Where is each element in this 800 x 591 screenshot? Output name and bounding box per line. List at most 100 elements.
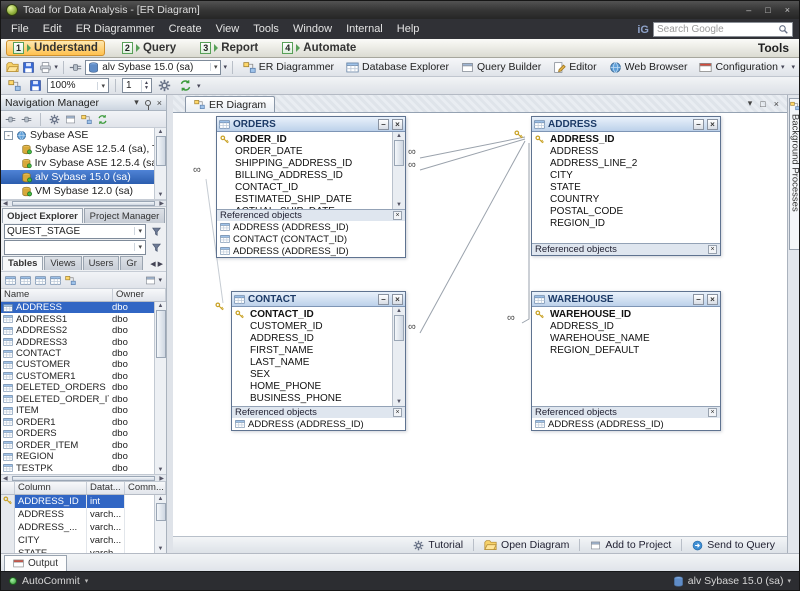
workflow-tab[interactable]: 2 Query: [115, 40, 183, 56]
referenced-object-row[interactable]: ADDRESS (ADDRESS_ID): [232, 418, 405, 430]
tables-vertical-scrollbar[interactable]: ▲▼: [154, 302, 166, 474]
column-row[interactable]: ADDRESS_... varch...: [1, 521, 154, 534]
tree-item[interactable]: Irv Sybase ASE 12.5.4 (sa...: [1, 156, 166, 170]
tree-item[interactable]: VM Sybase 12.0 (sa): [1, 184, 166, 198]
table-row[interactable]: ORDER1 dbo: [1, 417, 154, 428]
entity-warehouse[interactable]: WAREHOUSE – × WAREHOUSE_ID: [531, 291, 721, 431]
background-processes-tab[interactable]: Background Processes: [789, 98, 800, 250]
object-type-tab[interactable]: Gr: [120, 256, 143, 270]
page-spinner[interactable]: 1 ▲▼: [122, 78, 152, 93]
connection-dropdown[interactable]: alv Sybase 15.0 (sa) ▾: [85, 60, 221, 75]
entity-title-bar[interactable]: ADDRESS – ×: [532, 117, 720, 132]
entity-field-row[interactable]: ADDRESS_ID: [532, 134, 720, 146]
entity-field-row[interactable]: ESTIMATED_SHIP_DATE: [217, 194, 405, 206]
collapse-refs-button[interactable]: ×: [393, 211, 402, 220]
describe-button[interactable]: [65, 274, 76, 286]
menu-item[interactable]: Help: [390, 19, 427, 39]
entity-field-row[interactable]: FIRST_NAME: [232, 345, 405, 357]
table-row[interactable]: CUSTOMER dbo: [1, 359, 154, 370]
entity-address[interactable]: ADDRESS – × ADDRESS_ID: [531, 116, 721, 256]
entity-title-bar[interactable]: ORDERS – ×: [217, 117, 405, 132]
workflow-tab[interactable]: 3 Report: [193, 40, 265, 56]
entity-field-row[interactable]: ADDRESS_ID: [232, 333, 405, 345]
open-diagram-button[interactable]: Open Diagram: [480, 539, 573, 552]
columns-vertical-scrollbar[interactable]: ▲▼: [154, 495, 166, 553]
tree-root[interactable]: - Sybase ASE: [1, 128, 166, 142]
chevron-down-icon[interactable]: ▾: [210, 63, 219, 71]
object-type-tab[interactable]: Views: [44, 256, 81, 270]
entity-close-button[interactable]: ×: [392, 119, 403, 130]
entity-field-row[interactable]: ORDER_DATE: [217, 146, 405, 158]
column-row[interactable]: ADDRESS varch...: [1, 508, 154, 521]
entity-field-row[interactable]: BIRTH_DATE: [232, 405, 405, 406]
entity-field-row[interactable]: CUSTOMER_ID: [232, 321, 405, 333]
collapse-refs-button[interactable]: ×: [708, 408, 717, 417]
table-row[interactable]: REGION dbo: [1, 451, 154, 462]
workflow-tab[interactable]: 1 Understand: [6, 40, 105, 56]
referenced-object-row[interactable]: ADDRESS (ADDRESS_ID): [217, 221, 405, 233]
toolbar-overflow-caret[interactable]: ▾: [791, 63, 795, 71]
object-type-tab[interactable]: Users: [83, 256, 120, 270]
menu-item[interactable]: Tools: [246, 19, 286, 39]
menu-item[interactable]: Internal: [339, 19, 390, 39]
menu-item[interactable]: Create: [162, 19, 209, 39]
entity-scrollbar[interactable]: ▲▼: [392, 132, 405, 209]
new-connection-button[interactable]: [69, 59, 83, 75]
layout-diagram-button[interactable]: [5, 78, 23, 94]
editor-button[interactable]: Editor: [548, 59, 601, 75]
table-row[interactable]: ITEM dbo: [1, 405, 154, 416]
close-button[interactable]: ×: [785, 5, 790, 15]
tree-vertical-scrollbar[interactable]: ▲▼: [154, 128, 166, 199]
er-diagram-tab[interactable]: ER Diagram: [185, 96, 275, 112]
table-row[interactable]: ADDRESS dbo: [1, 302, 154, 313]
entity-field-row[interactable]: ADDRESS: [532, 146, 720, 158]
table-row[interactable]: CUSTOMER1 dbo: [1, 371, 154, 382]
diagram-button[interactable]: [81, 113, 92, 125]
name-filter-input[interactable]: ▾: [4, 240, 146, 255]
entity-field-row[interactable]: SHIPPING_ADDRESS_ID: [217, 158, 405, 170]
panel-close-button[interactable]: ×: [157, 98, 162, 108]
table-row[interactable]: CONTACT dbo: [1, 348, 154, 359]
table-row[interactable]: ORDER_ITEM dbo: [1, 439, 154, 450]
entity-field-row[interactable]: LAST_NAME: [232, 357, 405, 369]
explorer-tab[interactable]: Object Explorer: [2, 208, 83, 223]
copy-table-button[interactable]: [50, 274, 61, 286]
disconnect-button[interactable]: [21, 113, 32, 125]
tables-horizontal-scrollbar[interactable]: ◀▶: [1, 474, 166, 482]
minimize-button[interactable]: –: [746, 5, 751, 15]
tables-grid-header[interactable]: Name Owner: [1, 289, 166, 302]
table-row[interactable]: ADDRESS3 dbo: [1, 336, 154, 347]
menu-item[interactable]: View: [209, 19, 247, 39]
database-explorer-button[interactable]: Database Explorer: [341, 59, 454, 75]
drop-table-button[interactable]: [35, 274, 46, 286]
search-icon[interactable]: [778, 24, 789, 35]
save-button[interactable]: [21, 59, 35, 75]
object-type-tab[interactable]: Tables: [2, 256, 43, 270]
schema-dropdown[interactable]: QUEST_STAGE ▾: [4, 224, 146, 239]
referenced-objects-header[interactable]: Referenced objects ×: [217, 209, 405, 221]
toolbar-overflow-caret[interactable]: ▾: [54, 63, 58, 71]
autocommit-toggle[interactable]: AutoCommit ▾: [9, 575, 88, 587]
float-window-icon[interactable]: □: [760, 99, 765, 109]
tree-horizontal-scrollbar[interactable]: ◀▶: [1, 200, 166, 207]
entity-field-row[interactable]: REGION_ID: [532, 218, 720, 230]
entity-close-button[interactable]: ×: [392, 294, 403, 305]
menu-item[interactable]: Edit: [36, 19, 69, 39]
toolbar-overflow-caret[interactable]: ▾: [197, 82, 201, 90]
search-input[interactable]: Search Google: [653, 22, 793, 37]
table-row[interactable]: DELETED_ORDER_ITE dbo: [1, 394, 154, 405]
tab-list-caret[interactable]: ▾: [748, 98, 753, 109]
connection-tree[interactable]: - Sybase ASE Sybase ASE 12.5.4 (sa), T..…: [1, 128, 166, 200]
chevron-down-icon[interactable]: ▾: [97, 82, 106, 90]
status-connection[interactable]: alv Sybase 15.0 (sa) ▾: [673, 575, 791, 587]
entity-orders[interactable]: ORDERS – × ORDER_ID: [216, 116, 406, 258]
tutorial-button[interactable]: Tutorial: [409, 539, 467, 551]
entity-field-row[interactable]: STATE: [532, 182, 720, 194]
referenced-object-row[interactable]: ADDRESS (ADDRESS_ID): [532, 418, 720, 430]
entity-field-row[interactable]: CITY: [532, 170, 720, 182]
table-row[interactable]: ADDRESS2 dbo: [1, 325, 154, 336]
open-file-button[interactable]: [5, 59, 19, 75]
explorer-tab[interactable]: Project Manager: [84, 208, 165, 223]
entity-minimize-button[interactable]: –: [378, 119, 389, 130]
entity-field-row[interactable]: COUNTRY: [532, 194, 720, 206]
